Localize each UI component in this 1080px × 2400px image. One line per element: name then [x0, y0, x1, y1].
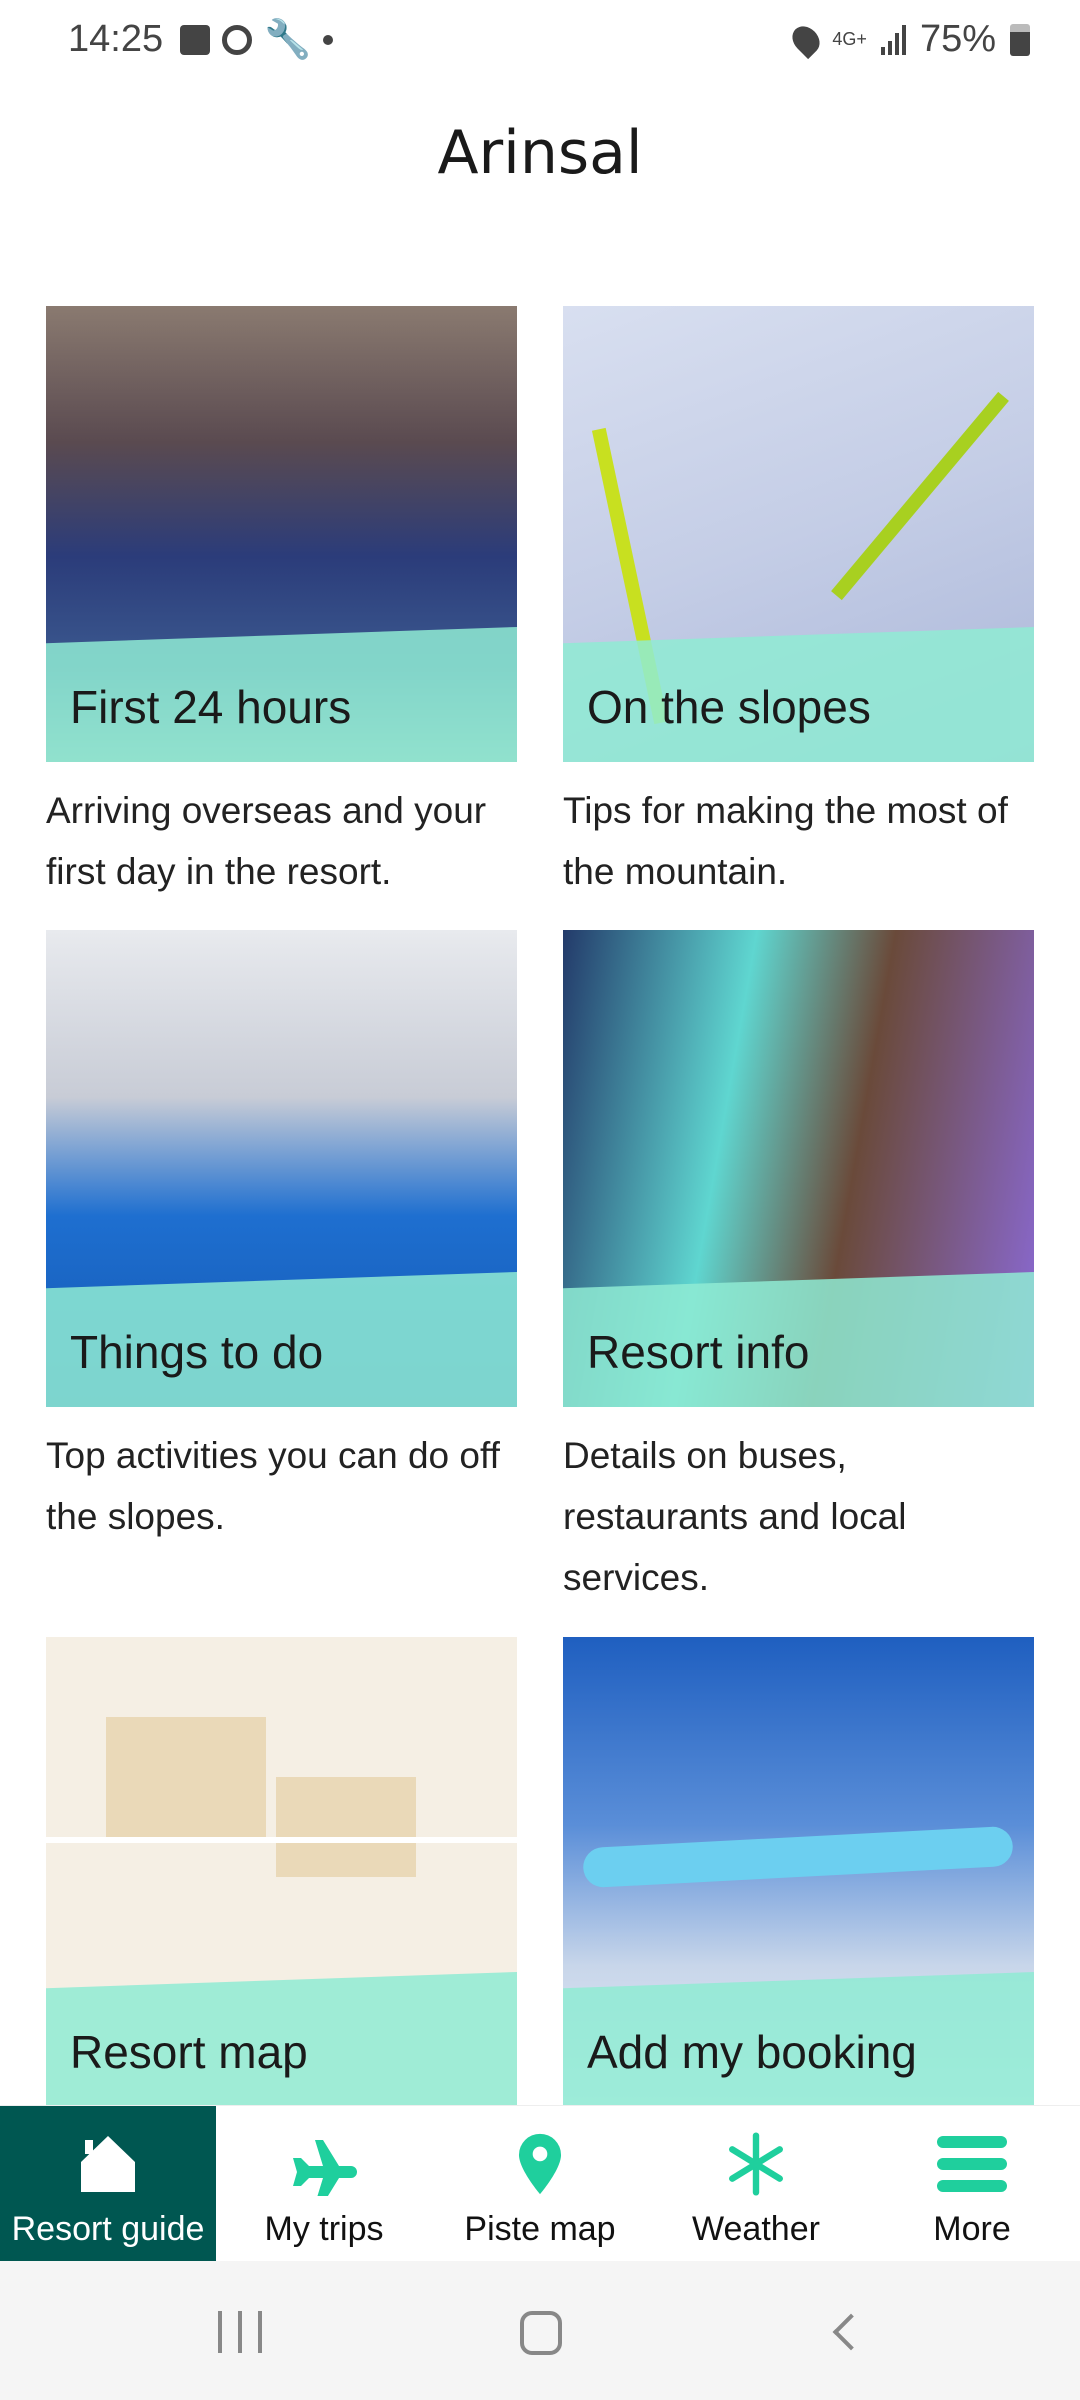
- location-icon: [787, 20, 826, 59]
- recent-apps-button[interactable]: [218, 2311, 262, 2353]
- plane-icon: [293, 2140, 357, 2196]
- card-resort-map[interactable]: Resort map: [46, 1637, 517, 2105]
- status-bar: 14:25 🔧 4G+ 75%: [0, 0, 1080, 80]
- card-label: On the slopes: [587, 681, 871, 733]
- card-image: First 24 hours: [46, 306, 517, 762]
- nav-label: Piste map: [464, 2210, 616, 2248]
- card-label: First 24 hours: [70, 681, 352, 733]
- card-image: Add my booking: [563, 1637, 1034, 2105]
- card-first-24-hours[interactable]: First 24 hours Arriving overseas and you…: [46, 306, 517, 902]
- airplane-image: [582, 1825, 1014, 1889]
- card-label: Resort info: [587, 1326, 810, 1378]
- resort-guide-content[interactable]: Arinsal First 24 hours Arriving overseas…: [0, 0, 1080, 2105]
- bottom-nav: Resort guide My trips Piste map Weather …: [0, 2105, 1080, 2261]
- snowflake-icon: [729, 2132, 783, 2196]
- battery-icon: [1010, 23, 1030, 56]
- nav-label: My trips: [264, 2210, 384, 2248]
- menu-icon: [937, 2136, 1007, 2192]
- card-image: Resort map: [46, 1637, 517, 2105]
- card-image: Resort info: [563, 930, 1034, 1407]
- clock: 14:25: [68, 18, 164, 60]
- nav-piste-map[interactable]: Piste map: [432, 2106, 648, 2261]
- card-label: Resort map: [70, 2026, 308, 2078]
- nav-weather[interactable]: Weather: [648, 2106, 864, 2261]
- network-type: 4G+: [832, 29, 867, 49]
- home-icon: [81, 2136, 135, 2192]
- map-block: [276, 1777, 416, 1877]
- system-nav-bar: [0, 2261, 1080, 2400]
- ski-pole: [831, 391, 1009, 601]
- card-description: Top activities you can do off the slopes…: [46, 1435, 500, 1537]
- page-title: Arinsal: [437, 118, 643, 188]
- card-image: On the slopes: [563, 306, 1034, 762]
- map-block: [106, 1717, 266, 1837]
- notification-icons: 🔧: [180, 18, 334, 62]
- card-on-the-slopes[interactable]: On the slopes Tips for making the most o…: [563, 306, 1034, 902]
- nav-label: Weather: [692, 2210, 820, 2248]
- dot-icon: [323, 35, 334, 45]
- card-label: Add my booking: [587, 2026, 917, 2078]
- health-icon: [222, 25, 252, 55]
- gallery-icon: [180, 25, 210, 55]
- wrench-icon: 🔧: [264, 19, 312, 61]
- card-image: Things to do: [46, 930, 517, 1407]
- back-button[interactable]: [832, 2313, 870, 2351]
- nav-resort-guide[interactable]: Resort guide: [0, 2106, 216, 2261]
- nav-my-trips[interactable]: My trips: [216, 2106, 432, 2261]
- map-road: [46, 1837, 517, 1843]
- card-things-to-do[interactable]: Things to do Top activities you can do o…: [46, 930, 517, 1547]
- nav-more[interactable]: More: [864, 2106, 1080, 2261]
- nav-label: More: [933, 2210, 1011, 2248]
- nav-label: Resort guide: [11, 2210, 205, 2248]
- card-description: Details on buses, restaurants and local …: [563, 1435, 907, 1598]
- card-label: Things to do: [70, 1326, 324, 1378]
- system-icons: 4G+ 75%: [787, 18, 1030, 61]
- map-pin-icon: [518, 2133, 562, 2195]
- card-description: Arriving overseas and your first day in …: [46, 790, 487, 892]
- signal-icon: [880, 24, 906, 55]
- battery-level: 75%: [919, 18, 996, 60]
- card-description: Tips for making the most of the mountain…: [563, 790, 1008, 892]
- card-add-my-booking[interactable]: Add my booking: [563, 1637, 1034, 2105]
- card-resort-info[interactable]: Resort info Details on buses, restaurant…: [563, 930, 1034, 1608]
- home-button[interactable]: [520, 2311, 562, 2355]
